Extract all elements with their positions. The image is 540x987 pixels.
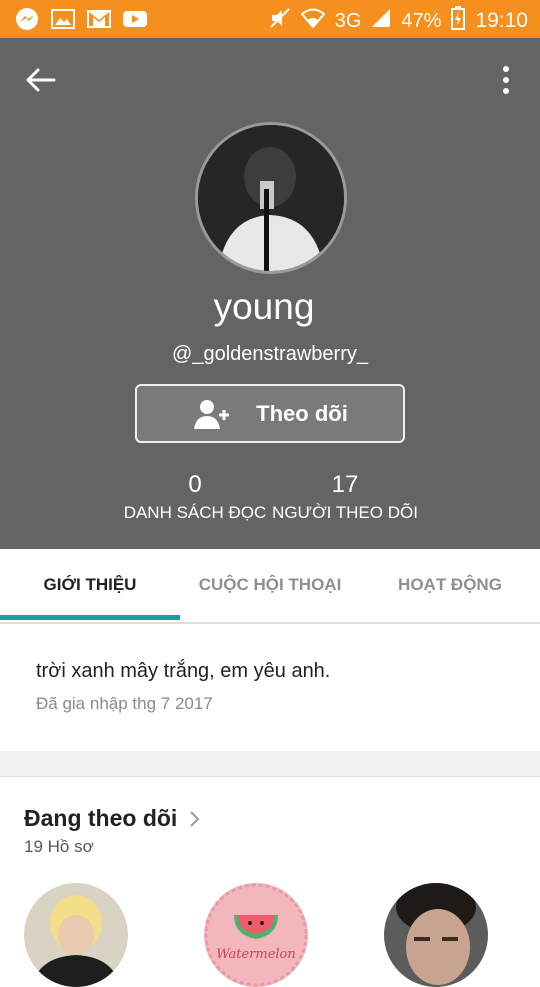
more-vert-icon (503, 66, 509, 94)
about-section: trời xanh mây trắng, em yêu anh. Đã gia … (0, 624, 540, 751)
stat-reading-lists[interactable]: 0 DANH SÁCH ĐỌC (120, 470, 270, 526)
back-button[interactable] (24, 64, 60, 96)
tab-about[interactable]: GIỚI THIỆU (0, 549, 180, 620)
following-avatar[interactable] (24, 883, 128, 987)
wifi-icon (300, 8, 326, 34)
status-bar: 3G 47% 19:10 (0, 0, 540, 38)
add-user-icon (194, 399, 230, 429)
mute-icon (269, 7, 291, 35)
gallery-icon (50, 7, 76, 31)
stat-followers[interactable]: 17 NGƯỜI THEO DÕI (270, 470, 420, 526)
profile-header: young @_goldenstrawberry_ Theo dõi 0 DAN… (0, 38, 540, 549)
stat-value: 0 (188, 471, 202, 498)
tab-conversations[interactable]: CUỘC HỘI THOẠI (180, 549, 360, 620)
battery-percent: 47% (401, 10, 442, 32)
following-title: Đang theo dõi (24, 805, 178, 831)
arrow-back-icon (26, 68, 56, 92)
profile-tabs: GIỚI THIỆU CUỘC HỘI THOẠI HOẠT ĐỘNG (0, 549, 540, 624)
messenger-icon (14, 7, 40, 31)
youtube-icon (122, 7, 148, 31)
follow-label: Theo dõi (256, 400, 348, 426)
following-header[interactable]: Đang theo dõi (24, 805, 201, 832)
following-count: 19 Hồ sơ (24, 837, 94, 856)
join-date: Đã gia nhập thg 7 2017 (36, 694, 213, 713)
section-divider (0, 751, 540, 777)
stat-value: 17 (331, 471, 359, 498)
tab-activity[interactable]: HOẠT ĐỘNG (360, 549, 540, 620)
following-avatar[interactable] (384, 883, 488, 987)
username: @_goldenstrawberry_ (172, 343, 368, 365)
network-type: 3G (334, 10, 362, 32)
stat-label: DANH SÁCH ĐỌC (123, 503, 267, 522)
display-name: young (213, 286, 315, 327)
more-options-button[interactable] (498, 64, 514, 96)
profile-avatar[interactable] (195, 122, 347, 274)
following-section: Đang theo dõi 19 Hồ sơ Watermelon (0, 777, 540, 987)
stat-label: NGƯỜI THEO DÕI (272, 503, 418, 522)
tab-indicator (0, 615, 180, 620)
chevron-right-icon (190, 810, 200, 827)
following-avatar[interactable]: Watermelon (204, 883, 308, 987)
follow-button[interactable]: Theo dõi (135, 384, 405, 443)
gmail-icon (86, 7, 112, 31)
about-description: trời xanh mây trắng, em yêu anh. (36, 660, 331, 682)
battery-charging-icon (451, 6, 466, 36)
signal-icon (371, 8, 391, 34)
clock: 19:10 (475, 9, 528, 32)
